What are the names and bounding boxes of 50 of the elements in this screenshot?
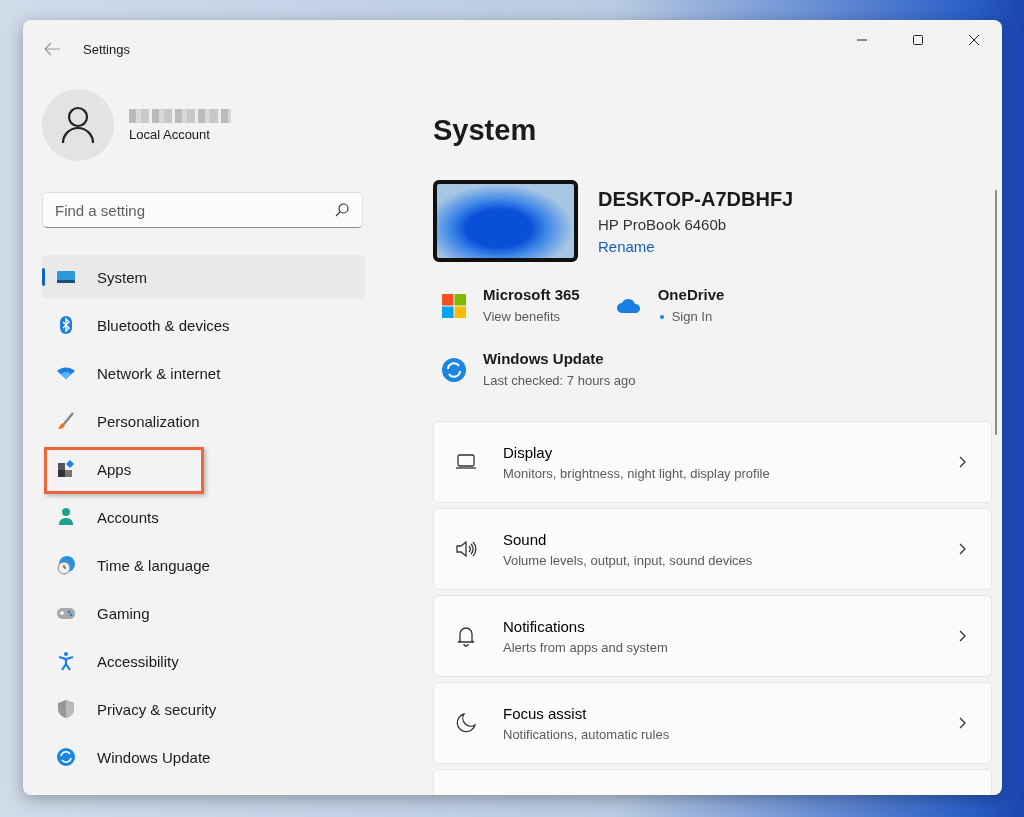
- chevron-right-icon: [957, 716, 967, 730]
- update-title[interactable]: Windows Update: [483, 350, 636, 367]
- close-icon: [968, 34, 980, 46]
- chevron-right-icon: [957, 455, 967, 469]
- apps-icon: [56, 459, 76, 479]
- sync-icon: [56, 747, 76, 767]
- nav-item[interactable]: Time & language: [42, 543, 365, 587]
- sync-icon[interactable]: [441, 357, 467, 383]
- nav-item[interactable]: Privacy & security: [42, 687, 365, 731]
- nav-item[interactable]: System: [42, 255, 365, 299]
- shield-icon: [56, 699, 76, 719]
- service-title[interactable]: Microsoft 365: [483, 286, 580, 303]
- search-icon[interactable]: [335, 203, 349, 217]
- globe-clock-icon: [56, 555, 76, 575]
- search-field[interactable]: Find a setting: [42, 192, 363, 228]
- nav-item[interactable]: Apps: [42, 447, 365, 491]
- window-title: Settings: [83, 42, 130, 57]
- chevron-right-icon: [957, 542, 967, 556]
- service-subtitle: Sign In: [671, 309, 713, 324]
- rename-link[interactable]: Rename: [598, 237, 794, 255]
- accessibility-icon: [56, 651, 76, 671]
- device-model: HP ProBook 6460b: [598, 215, 728, 233]
- nav-item[interactable]: Windows Update: [42, 735, 365, 779]
- settings-card[interactable]: Focus assist Notifications, automatic rules: [433, 682, 992, 764]
- nav-item[interactable]: Accounts: [42, 495, 365, 539]
- maximize-icon: [912, 34, 924, 46]
- scrollbar[interactable]: [995, 190, 997, 435]
- bell-icon: [455, 625, 477, 647]
- settings-card[interactable]: Sound Volume levels, output, input, sound devices: [433, 508, 992, 590]
- service-subtitle: View benefits: [483, 309, 561, 324]
- nav-item[interactable]: Accessibility: [42, 639, 365, 683]
- back-arrow-icon[interactable]: [43, 40, 61, 58]
- speaker-icon: [455, 538, 477, 560]
- service-title[interactable]: OneDrive: [657, 286, 725, 303]
- nav-item[interactable]: Personalization: [42, 399, 365, 443]
- nav-item[interactable]: Network & internet: [42, 351, 365, 395]
- four-squares-icon[interactable]: [441, 293, 467, 319]
- moon-icon: [455, 712, 477, 734]
- person-icon: [56, 507, 76, 527]
- account-type: Local Account: [129, 126, 211, 142]
- settings-card[interactable]: Display Monitors, brightness, night light, display profile: [433, 421, 992, 503]
- selection-indicator: [42, 268, 45, 286]
- page-title: System: [433, 114, 538, 147]
- settings-card[interactable]: Notifications Alerts from apps and system: [433, 595, 992, 677]
- nav-item[interactable]: Gaming: [42, 591, 365, 635]
- nav-item[interactable]: Bluetooth & devices: [42, 303, 365, 347]
- chevron-right-icon: [957, 629, 967, 643]
- device-name: DESKTOP-A7DBHFJ: [598, 187, 794, 211]
- paintbrush-icon: [56, 411, 76, 431]
- update-status: Last checked: 7 hours ago: [483, 373, 636, 388]
